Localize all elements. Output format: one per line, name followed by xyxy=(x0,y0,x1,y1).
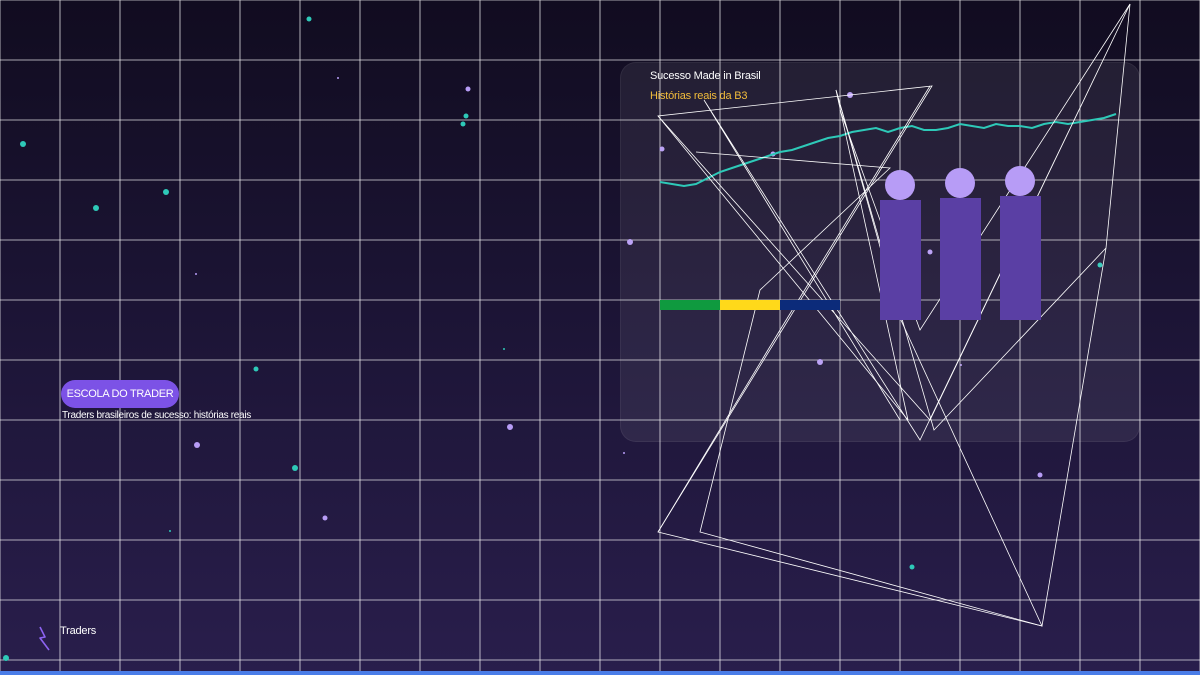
particle-dot xyxy=(503,348,505,350)
brand-badge[interactable]: ESCOLA DO TRADER xyxy=(61,380,179,408)
particle-dot xyxy=(169,530,171,532)
card-title: Sucesso Made in Brasil xyxy=(650,70,761,82)
lightning-bolt-icon xyxy=(39,626,50,651)
particle-dot xyxy=(465,86,471,92)
hero-tagline: Traders brasileiros de sucesso: história… xyxy=(62,410,251,421)
bottom-accent-bar xyxy=(0,671,1200,675)
particle-dot xyxy=(20,141,26,147)
particle-dot xyxy=(507,424,513,430)
particle-dot xyxy=(623,452,625,454)
card-subtitle: Histórias reais da B3 xyxy=(650,90,748,102)
footer-label: Traders xyxy=(60,625,97,637)
particle-dot xyxy=(337,77,339,79)
particle-dot xyxy=(306,16,312,22)
particle-dot xyxy=(1037,472,1043,478)
particle-dot xyxy=(909,564,915,570)
particle-dot xyxy=(195,273,197,275)
particle-dot xyxy=(93,205,99,211)
story-card xyxy=(620,62,1140,442)
particle-dot xyxy=(253,366,259,372)
particle-dot xyxy=(292,465,298,471)
particle-dot xyxy=(194,442,200,448)
particle-dot xyxy=(163,189,169,195)
particle-dot xyxy=(3,655,9,661)
particle-dot xyxy=(463,113,469,119)
particle-dot xyxy=(460,121,466,127)
particle-dot xyxy=(322,515,328,521)
